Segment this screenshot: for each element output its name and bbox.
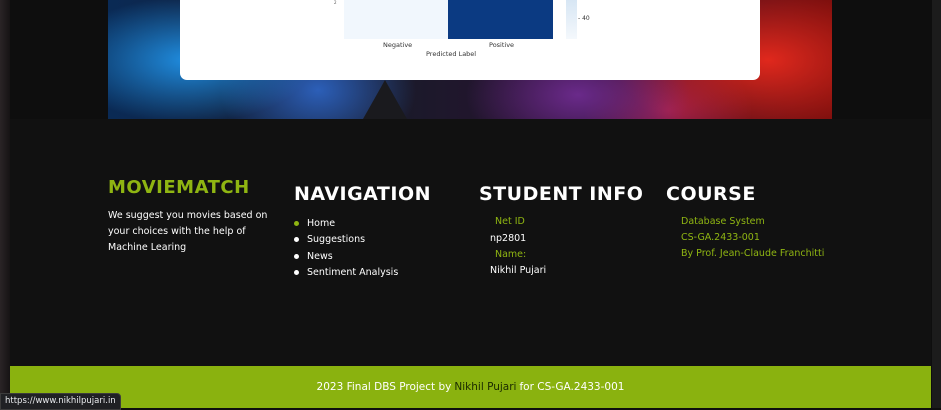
matrix-cell-predicted-positive: [448, 0, 553, 39]
page-right-edge: [932, 0, 941, 408]
nav-item-label: Suggestions: [307, 234, 366, 246]
bullet-icon: [294, 220, 299, 226]
page-left-edge: [0, 0, 10, 408]
copyright-prefix: 2023 Final DBS Project by: [316, 381, 452, 393]
nav-item-sentiment-analysis[interactable]: Sentiment Analysis: [294, 265, 398, 282]
navigation-list: Home Suggestions News Sentiment Analysis: [294, 215, 398, 281]
footer-brand-description: We suggest you movies based on your choi…: [108, 210, 268, 253]
x-axis-label: Predicted Label: [426, 50, 477, 58]
confusion-matrix-card: 2 - 40 Negative Positive Predicted Label: [180, 0, 760, 80]
colorbar: [566, 0, 577, 39]
name-value: Nikhil Pujari: [490, 265, 547, 276]
y-axis-label-fragment: 2: [334, 0, 337, 5]
nav-item-label: Home: [307, 217, 336, 229]
nav-item-suggestions[interactable]: Suggestions: [294, 232, 398, 249]
course-professor: By Prof. Jean-Claude Franchitti: [681, 248, 825, 259]
nav-item-home[interactable]: Home: [294, 215, 398, 232]
bullet-icon: [294, 237, 299, 243]
course-name: Database System: [681, 216, 765, 227]
nav-item-label: News: [307, 250, 333, 262]
browser-status-url: https://www.nikhilpujari.in: [0, 393, 121, 410]
bullet-icon: [294, 270, 299, 276]
student-info-heading: STUDENT INFO: [479, 183, 644, 205]
x-tick-positive: Positive: [489, 41, 515, 49]
course-heading: COURSE: [666, 183, 756, 205]
x-tick-negative: Negative: [383, 41, 413, 49]
net-id-label: Net ID: [495, 216, 525, 227]
course-code: CS-GA.2433-001: [681, 232, 760, 243]
bullet-icon: [294, 253, 299, 259]
author-link[interactable]: Nikhil Pujari: [454, 381, 516, 393]
navigation-heading: NAVIGATION: [294, 183, 431, 205]
nav-item-label: Sentiment Analysis: [307, 267, 399, 279]
matrix-cell-predicted-negative: [344, 0, 448, 39]
name-label: Name:: [495, 249, 527, 260]
footer-brand[interactable]: MOVIEMATCH: [108, 177, 250, 198]
site-footer: MOVIEMATCH We suggest you movies based o…: [10, 119, 931, 366]
copyright-suffix: for CS-GA.2433-001: [519, 381, 625, 393]
nav-item-news[interactable]: News: [294, 248, 398, 265]
net-id-value: np2801: [490, 233, 527, 244]
colorbar-tick-label: - 40: [578, 15, 590, 22]
copyright-bar: 2023 Final DBS Project by Nikhil Pujari …: [10, 366, 931, 408]
hero-decorative-shape: [363, 80, 407, 119]
